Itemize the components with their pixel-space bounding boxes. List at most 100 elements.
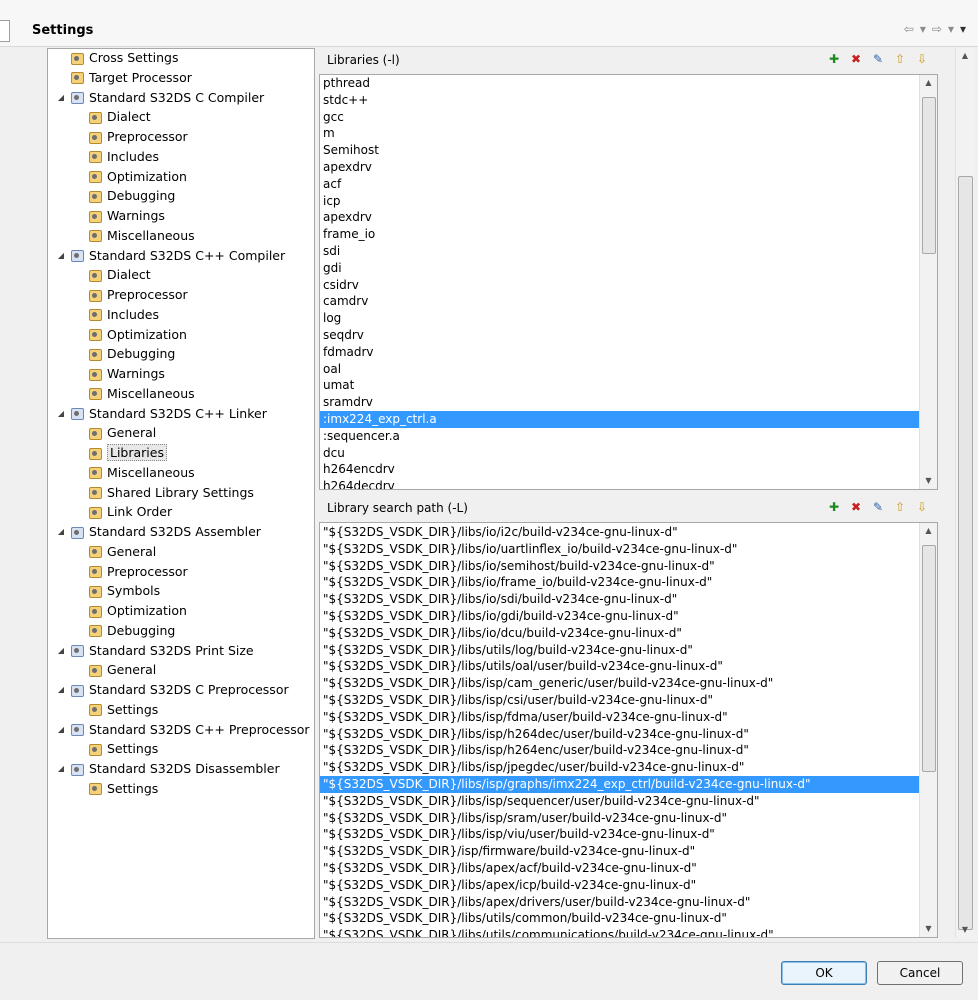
list-item[interactable]: "${S32DS_VSDK_DIR}/libs/io/semihost/buil… (320, 558, 920, 575)
tree-item[interactable]: General (88, 542, 156, 561)
tree-item[interactable]: Debugging (88, 621, 175, 640)
list-item[interactable]: stdc++ (320, 92, 920, 109)
list-item[interactable]: "${S32DS_VSDK_DIR}/libs/io/uartlinflex_i… (320, 541, 920, 558)
tree-item[interactable]: Libraries (88, 443, 167, 462)
tree-item[interactable]: General (88, 660, 156, 679)
delete-icon[interactable]: ✖ (848, 499, 864, 515)
expanded-arrow-icon[interactable]: ◢ (56, 527, 66, 536)
tree-item[interactable]: ◢ Standard S32DS Assembler (56, 522, 261, 541)
edit-icon[interactable]: ✎ (870, 499, 886, 515)
move-up-icon[interactable]: ⇧ (892, 499, 908, 515)
expanded-arrow-icon[interactable]: ◢ (56, 725, 66, 734)
libraries-scrollbar[interactable]: ▲ ▼ (919, 75, 937, 489)
list-item[interactable]: sdi (320, 243, 920, 260)
scroll-down-arrow-icon[interactable]: ▼ (956, 922, 974, 938)
list-item[interactable]: "${S32DS_VSDK_DIR}/libs/isp/cam_generic/… (320, 675, 920, 692)
tree-item[interactable]: ◢ Standard S32DS Print Size (56, 641, 254, 660)
list-item[interactable]: m (320, 125, 920, 142)
list-item[interactable]: :sequencer.a (320, 428, 920, 445)
tree-item[interactable]: Link Order (88, 502, 172, 521)
list-item[interactable]: h264decdrv (320, 478, 920, 489)
tree-item[interactable]: Warnings (88, 364, 165, 383)
list-item[interactable]: fdmadrv (320, 344, 920, 361)
tree-item[interactable]: Miscellaneous (88, 463, 195, 482)
add-icon[interactable]: ✚ (826, 499, 842, 515)
expanded-arrow-icon[interactable]: ◢ (56, 764, 66, 773)
tree-item[interactable]: ◢ Standard S32DS C++ Compiler (56, 246, 285, 265)
forward-arrow-icon[interactable]: ⇨ (932, 22, 942, 36)
move-up-icon[interactable]: ⇧ (892, 51, 908, 67)
list-item[interactable]: seqdrv (320, 327, 920, 344)
tree-item[interactable]: Dialect (88, 265, 151, 284)
list-item[interactable]: "${S32DS_VSDK_DIR}/libs/io/i2c/build-v23… (320, 524, 920, 541)
tree-item[interactable]: ◢ Standard S32DS C Preprocessor (56, 680, 289, 699)
list-item[interactable]: h264encdrv (320, 461, 920, 478)
scroll-up-arrow-icon[interactable]: ▲ (920, 523, 937, 539)
filter-input-edge[interactable] (0, 20, 10, 42)
list-item[interactable]: "${S32DS_VSDK_DIR}/libs/isp/csi/user/bui… (320, 692, 920, 709)
expanded-arrow-icon[interactable]: ◢ (56, 409, 66, 418)
tree-item[interactable]: Cross Settings (56, 49, 179, 67)
list-item[interactable]: "${S32DS_VSDK_DIR}/libs/isp/viu/user/bui… (320, 826, 920, 843)
tree-item[interactable]: ◢ Standard S32DS C++ Linker (56, 404, 267, 423)
list-item[interactable]: "${S32DS_VSDK_DIR}/libs/isp/h264dec/user… (320, 726, 920, 743)
scroll-thumb[interactable] (958, 176, 973, 930)
list-item[interactable]: apexdrv (320, 209, 920, 226)
library-search-path-list[interactable]: "${S32DS_VSDK_DIR}/libs/io/i2c/build-v23… (319, 522, 938, 938)
list-item[interactable]: "${S32DS_VSDK_DIR}/libs/utils/communicat… (320, 927, 920, 937)
scroll-thumb[interactable] (922, 545, 936, 772)
tree-item[interactable]: Includes (88, 305, 159, 324)
list-item[interactable]: "${S32DS_VSDK_DIR}/libs/apex/drivers/use… (320, 894, 920, 911)
list-item[interactable]: sramdrv (320, 394, 920, 411)
list-item[interactable]: "${S32DS_VSDK_DIR}/libs/io/sdi/build-v23… (320, 591, 920, 608)
tree-item[interactable]: Miscellaneous (88, 226, 195, 245)
list-item[interactable]: log (320, 310, 920, 327)
expanded-arrow-icon[interactable]: ◢ (56, 251, 66, 260)
view-menu-chevron-icon[interactable]: ▾ (960, 22, 966, 36)
cancel-button[interactable]: Cancel (877, 961, 963, 985)
list-item[interactable]: icp (320, 193, 920, 210)
list-item[interactable]: "${S32DS_VSDK_DIR}/libs/apex/acf/build-v… (320, 860, 920, 877)
list-item[interactable]: "${S32DS_VSDK_DIR}/libs/utils/common/bui… (320, 910, 920, 927)
list-item[interactable]: "${S32DS_VSDK_DIR}/libs/isp/fdma/user/bu… (320, 709, 920, 726)
tree-item[interactable]: ◢ Standard S32DS C Compiler (56, 88, 264, 107)
tree-item[interactable]: Optimization (88, 601, 187, 620)
list-item[interactable]: apexdrv (320, 159, 920, 176)
scroll-up-arrow-icon[interactable]: ▲ (956, 48, 974, 64)
list-item[interactable]: gcc (320, 109, 920, 126)
list-item[interactable]: "${S32DS_VSDK_DIR}/libs/io/frame_io/buil… (320, 574, 920, 591)
list-item[interactable]: "${S32DS_VSDK_DIR}/libs/isp/sequencer/us… (320, 793, 920, 810)
list-item[interactable]: "${S32DS_VSDK_DIR}/libs/isp/h264enc/user… (320, 742, 920, 759)
expanded-arrow-icon[interactable]: ◢ (56, 685, 66, 694)
list-item[interactable]: acf (320, 176, 920, 193)
tree-item[interactable]: Settings (88, 700, 158, 719)
search-path-scrollbar[interactable]: ▲ ▼ (919, 523, 937, 937)
list-item[interactable]: frame_io (320, 226, 920, 243)
tree-item[interactable]: Preprocessor (88, 127, 188, 146)
tree-item[interactable]: Includes (88, 147, 159, 166)
scroll-thumb[interactable] (922, 97, 936, 254)
add-icon[interactable]: ✚ (826, 51, 842, 67)
tree-item[interactable]: Warnings (88, 206, 165, 225)
list-item[interactable]: "${S32DS_VSDK_DIR}/libs/utils/oal/user/b… (320, 658, 920, 675)
list-item[interactable]: pthread (320, 75, 920, 92)
move-down-icon[interactable]: ⇩ (914, 499, 930, 515)
tree-item[interactable]: Optimization (88, 167, 187, 186)
tree-item[interactable]: ◢ Standard S32DS C++ Preprocessor (56, 720, 310, 739)
tree-item[interactable]: ◢ Standard S32DS Disassembler (56, 759, 280, 778)
list-item[interactable]: gdi (320, 260, 920, 277)
edit-icon[interactable]: ✎ (870, 51, 886, 67)
tree-item[interactable]: Symbols (88, 581, 160, 600)
tree-item[interactable]: Settings (88, 779, 158, 798)
scroll-down-arrow-icon[interactable]: ▼ (920, 473, 937, 489)
tree-item[interactable]: Debugging (88, 186, 175, 205)
tree-item[interactable]: Settings (88, 739, 158, 758)
back-menu-chevron-icon[interactable]: ▾ (920, 22, 926, 36)
tree-item[interactable]: Target Processor (56, 68, 192, 87)
list-item[interactable]: "${S32DS_VSDK_DIR}/libs/io/gdi/build-v23… (320, 608, 920, 625)
scroll-up-arrow-icon[interactable]: ▲ (920, 75, 937, 91)
tree-item[interactable]: Debugging (88, 344, 175, 363)
tree-item[interactable]: Preprocessor (88, 285, 188, 304)
scroll-down-arrow-icon[interactable]: ▼ (920, 921, 937, 937)
list-item[interactable]: :imx224_exp_ctrl.a (320, 410, 920, 428)
